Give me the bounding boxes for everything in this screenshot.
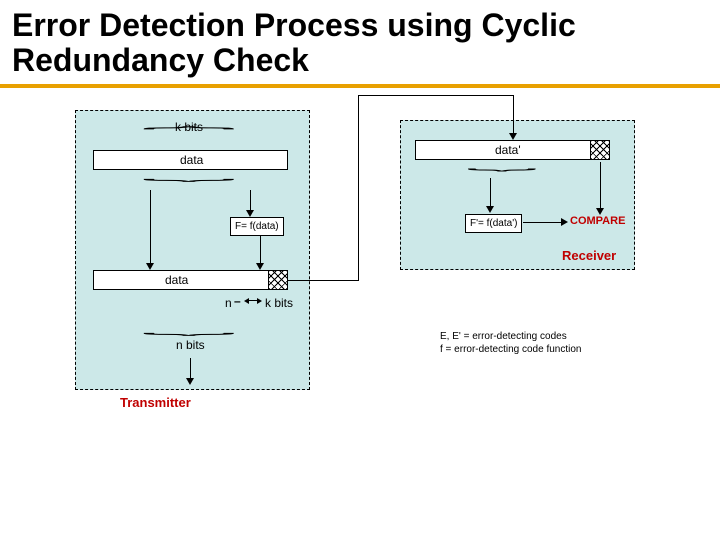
arrow-down-icon (596, 208, 604, 215)
n-label: n (225, 296, 232, 310)
path-vline (358, 95, 359, 281)
compare-label: COMPARE (570, 215, 625, 227)
arrow-line (260, 235, 261, 265)
transmitter-label: Transmitter (120, 395, 191, 410)
rx-data-label: data' (495, 143, 521, 157)
arrow-line (600, 162, 601, 210)
arrow-down-icon (146, 263, 154, 270)
slide-title: Error Detection Process using Cyclic Red… (0, 0, 720, 88)
k-bits2-label: k bits (265, 296, 293, 310)
f-function-box: F= f(data) (230, 217, 284, 236)
tx-frame-rect (93, 270, 288, 290)
diagram-canvas: ⏞ k bits data ⏟ F= f(data) data n – k bi… (0, 90, 720, 540)
arrow-line (190, 358, 191, 380)
f-prime-box: F'= f(data') (465, 214, 522, 233)
legend-line-2: f = error-detecting code function (440, 343, 581, 356)
arrow-line (523, 222, 563, 223)
brace-bottom-icon: ⏟ (142, 320, 236, 336)
tx-out-line (288, 280, 358, 281)
minus-icon: – (234, 294, 241, 308)
arrow-down-icon (509, 133, 517, 140)
arrow-line (249, 300, 257, 301)
arrow-down-icon (186, 378, 194, 385)
path-into-rx (513, 95, 514, 135)
arrow-down-icon (486, 206, 494, 213)
arrow-line (490, 178, 491, 208)
brace-rx-icon: ⏟ (467, 156, 537, 172)
path-hline-top (358, 95, 513, 96)
arrow-right-icon (561, 218, 568, 226)
n-bits-label: n bits (176, 338, 205, 352)
tx-data-label: data (180, 153, 203, 167)
arrow-down-icon (246, 210, 254, 217)
arrow-left-icon (244, 298, 249, 304)
arrow-down-icon (256, 263, 264, 270)
legend-line-1: E, E' = error-detecting codes (440, 330, 581, 343)
k-bits-label: k bits (175, 120, 203, 134)
arrow-line (150, 190, 151, 265)
brace-under-data-icon: ⏟ (142, 166, 236, 182)
legend: E, E' = error-detecting codes f = error-… (440, 330, 581, 356)
receiver-label: Receiver (562, 248, 616, 263)
arrow-line (250, 190, 251, 212)
arrow-right-icon (257, 298, 262, 304)
tx-data2-label: data (165, 273, 188, 287)
